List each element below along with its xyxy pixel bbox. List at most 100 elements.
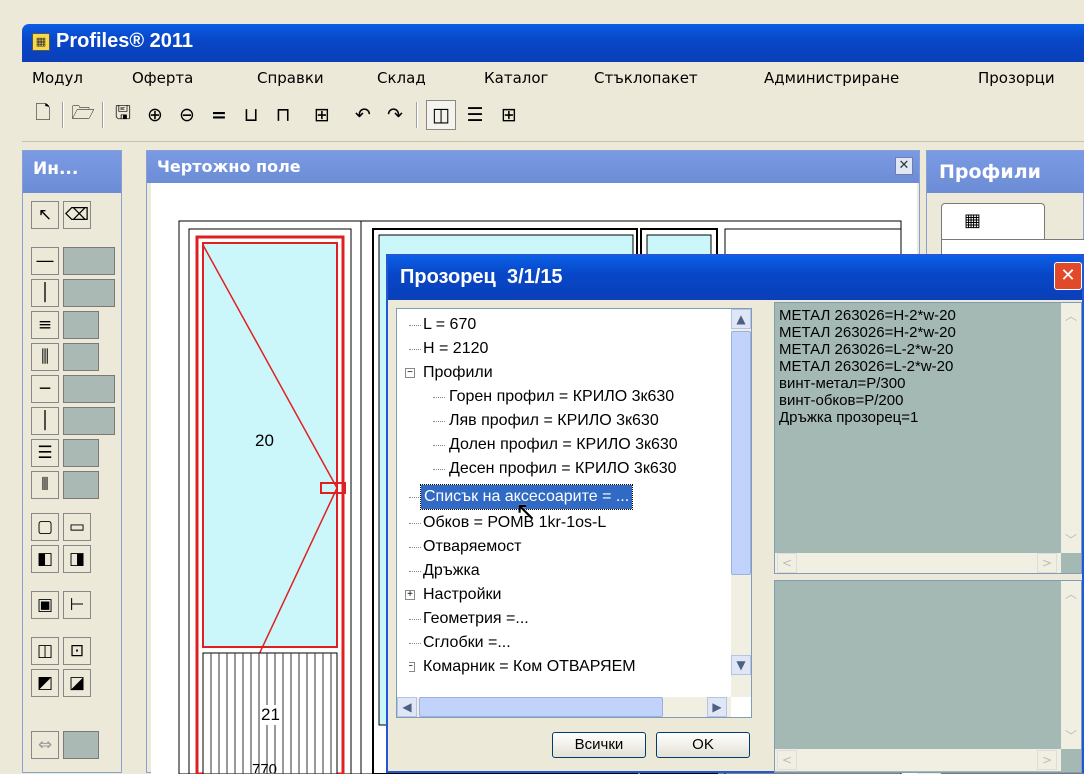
scroll-left-icon[interactable]: < — [777, 750, 797, 770]
tree-node-profiles[interactable]: − Профили — [405, 361, 729, 385]
close-icon[interactable]: ✕ — [1054, 262, 1082, 290]
color-swatch[interactable] — [63, 247, 115, 275]
door-open-right-icon[interactable]: ◪ — [63, 669, 91, 697]
scroll-right-icon[interactable]: > — [1037, 553, 1057, 573]
close-icon[interactable]: ✕ — [895, 157, 913, 175]
vertical-bar-icon[interactable]: │ — [31, 279, 59, 307]
pointer-tool-icon[interactable]: ↖ — [31, 201, 59, 229]
accessory-item[interactable]: винт-метал=P/300 — [779, 375, 956, 392]
accessories-list[interactable]: МЕТАЛ 263026=H-2*w-20 МЕТАЛ 263026=H-2*w… — [774, 302, 1082, 574]
scroll-up-icon[interactable]: ︿ — [1061, 305, 1081, 325]
menu-spravki[interactable]: Справки — [257, 62, 324, 94]
scroll-up-icon[interactable]: ︿ — [1061, 583, 1081, 603]
details-horizontal-scrollbar[interactable]: < > — [775, 749, 1061, 771]
details-vertical-scrollbar[interactable]: ︿ ﹀ — [1061, 581, 1081, 749]
tree-node[interactable]: Ляв профил = КРИЛО 3к630 — [409, 409, 729, 433]
profile-top-icon[interactable]: ⊓ — [268, 100, 298, 130]
accessories-horizontal-scrollbar[interactable]: < > — [775, 553, 1061, 573]
accessories-vertical-scrollbar[interactable]: ︿ ﹀ — [1061, 303, 1081, 553]
scroll-thumb[interactable] — [731, 331, 751, 575]
menu-sklad[interactable]: Склад — [377, 62, 426, 94]
door-left-icon[interactable]: ◫ — [31, 637, 59, 665]
sash-icon[interactable]: ▣ — [31, 591, 59, 619]
scroll-right-icon[interactable]: ▶ — [707, 697, 727, 717]
tree-node[interactable]: H = 2120 — [409, 337, 729, 361]
frame-right-icon[interactable]: ◨ — [63, 545, 91, 573]
vertical-line-icon[interactable]: │ — [31, 407, 59, 435]
accessory-item[interactable]: МЕТАЛ 263026=H-2*w-20 — [779, 307, 956, 324]
color-swatch[interactable] — [63, 471, 99, 499]
accessory-item[interactable]: МЕТАЛ 263026=L-2*w-20 — [779, 358, 956, 375]
app-grid-icon[interactable]: ▦ — [32, 33, 50, 51]
triple-vertical-icon[interactable]: ⫼ — [31, 343, 59, 371]
door-center-icon[interactable]: ⊡ — [63, 637, 91, 665]
collapse-icon[interactable]: − — [409, 662, 415, 672]
color-swatch[interactable] — [63, 407, 115, 435]
details-list[interactable]: ︿ ﹀ < > — [774, 580, 1082, 773]
scroll-down-icon[interactable]: ﹀ — [1061, 725, 1081, 745]
color-swatch[interactable] — [63, 311, 99, 339]
tree-node[interactable]: Сглобки =... — [409, 631, 729, 655]
scroll-down-icon[interactable]: ﹀ — [1061, 529, 1081, 549]
tree-node[interactable]: Геометрия =... — [409, 607, 729, 631]
handle-icon[interactable]: ⊢ — [63, 591, 91, 619]
accessory-item[interactable]: Дръжка прозорец=1 — [779, 409, 956, 426]
color-swatch[interactable] — [63, 439, 99, 467]
triple-horizontal-icon[interactable]: ≡ — [31, 311, 59, 339]
tree-node[interactable]: L = 670 — [409, 313, 729, 337]
zoom-in-icon[interactable]: ⊕ — [140, 100, 170, 130]
tree-node[interactable]: Обков = РОМВ 1kr-1os-L — [409, 511, 729, 535]
menu-modul[interactable]: Модул — [32, 62, 83, 94]
profile-bottom-icon[interactable]: ⊔ — [236, 100, 266, 130]
zoom-out-icon[interactable]: ⊖ — [172, 100, 202, 130]
horizontal-bar-icon[interactable]: ― — [31, 247, 59, 275]
scroll-left-icon[interactable]: < — [777, 553, 797, 573]
color-swatch[interactable] — [63, 731, 99, 759]
ok-button[interactable]: OK — [656, 732, 750, 758]
frame-left-icon[interactable]: ◧ — [31, 545, 59, 573]
color-swatch[interactable] — [63, 343, 99, 371]
frame-square-icon[interactable]: ▢ — [31, 513, 59, 541]
door-open-left-icon[interactable]: ◩ — [31, 669, 59, 697]
triple-line-h-icon[interactable]: ☰ — [31, 439, 59, 467]
color-swatch[interactable] — [63, 375, 115, 403]
tree-horizontal-scrollbar[interactable]: ◀ ▶ — [397, 697, 731, 717]
menu-administrirane[interactable]: Администриране — [764, 62, 899, 94]
color-swatch[interactable] — [63, 279, 115, 307]
list-view-icon[interactable]: ☰ — [460, 100, 490, 130]
grid-frame-icon[interactable]: ⊞ — [302, 100, 342, 130]
scroll-thumb[interactable] — [419, 697, 663, 717]
menu-staklopaket[interactable]: Стъклопакет — [594, 62, 698, 94]
save-icon[interactable]: 🖫 — [108, 100, 138, 130]
all-button[interactable]: Всички — [552, 732, 646, 758]
tree-node-selected[interactable]: Списък на аксесоарите = ... — [409, 484, 709, 510]
properties-tree[interactable]: L = 670 H = 2120 − Профили Горен профил … — [396, 308, 752, 718]
tree-vertical-scrollbar[interactable]: ▲ ▼ — [731, 309, 751, 697]
undo-icon[interactable]: ↶ — [348, 100, 378, 130]
scroll-left-icon[interactable]: ◀ — [397, 697, 417, 717]
tree-node[interactable]: Дръжка — [409, 559, 729, 583]
tree-node[interactable]: Десен профил = КРИЛО 3к630 — [409, 457, 729, 481]
accessory-item[interactable]: винт-обков=P/200 — [779, 392, 956, 409]
equal-icon[interactable]: = — [204, 100, 234, 130]
tree-node-settings[interactable]: + Настройки — [405, 583, 729, 607]
tree-node[interactable]: Горен профил = КРИЛО 3к630 — [409, 385, 729, 409]
tree-node-mosquito[interactable]: − Комарник = Ком ОТВАРЯЕМ — [409, 655, 729, 679]
table-view-icon[interactable]: ⊞ — [494, 100, 524, 130]
menu-katalog[interactable]: Каталог — [484, 62, 548, 94]
expand-icon[interactable]: + — [405, 590, 415, 600]
scroll-down-icon[interactable]: ▼ — [731, 655, 751, 675]
horizontal-line-icon[interactable]: ─ — [31, 375, 59, 403]
split-view-icon[interactable]: ◫ — [426, 100, 456, 130]
redo-icon[interactable]: ↷ — [380, 100, 410, 130]
accessory-item[interactable]: МЕТАЛ 263026=H-2*w-20 — [779, 324, 956, 341]
collapse-icon[interactable]: − — [405, 368, 415, 378]
tree-node[interactable]: Отваряемост — [409, 535, 729, 559]
scroll-up-icon[interactable]: ▲ — [731, 309, 751, 329]
profiles-tab[interactable]: ▦ — [941, 203, 1045, 239]
open-folder-icon[interactable]: 🗁 — [68, 100, 98, 130]
frame-bottom-icon[interactable]: ▭ — [63, 513, 91, 541]
accessory-item[interactable]: МЕТАЛ 263026=L-2*w-20 — [779, 341, 956, 358]
new-file-icon[interactable]: 🗋 — [28, 100, 58, 130]
triple-line-v-icon[interactable]: ⦀ — [31, 471, 59, 499]
